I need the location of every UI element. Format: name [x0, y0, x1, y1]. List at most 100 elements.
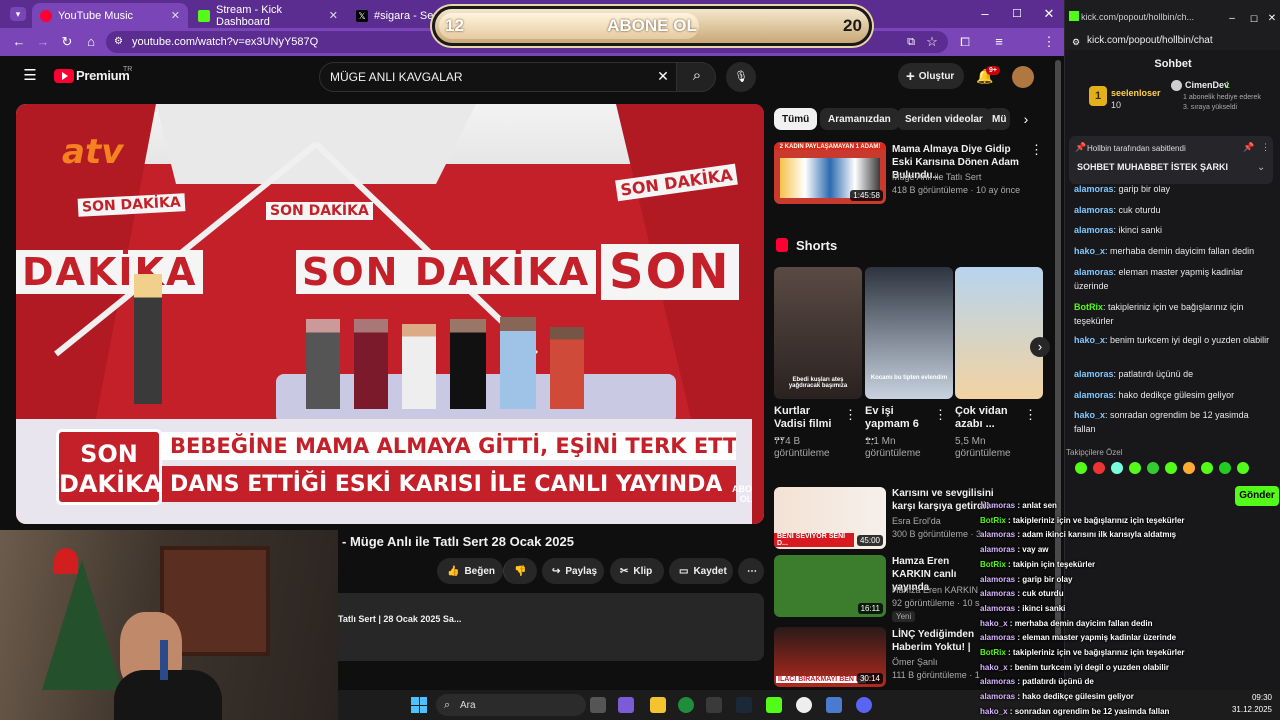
chip-from-search[interactable]: Aramanızdan — [820, 108, 899, 130]
site-info-icon[interactable]: ⚙ — [114, 35, 123, 49]
kick-app-icon[interactable] — [766, 697, 782, 713]
short-thumbnail[interactable]: Kocamı bu tipten evlendim — [865, 267, 953, 399]
account-avatar[interactable] — [1012, 66, 1034, 88]
hamburger-icon[interactable]: ☰ — [22, 68, 38, 83]
close-tab-icon[interactable]: ✕ — [329, 9, 338, 22]
chat-username[interactable]: alamoras — [1074, 225, 1114, 235]
obs-icon[interactable] — [796, 697, 812, 713]
media-control-icon[interactable]: ≡ — [992, 35, 1006, 49]
close-tab-icon[interactable]: ✕ — [171, 9, 180, 22]
task-view-icon[interactable] — [590, 697, 606, 713]
youtube-logo-icon[interactable] — [54, 69, 74, 83]
more-actions-button[interactable]: ⋯ — [738, 558, 764, 584]
chat-message[interactable]: alamoras: eleman master yapmiş kadinlar … — [1074, 265, 1270, 293]
back-icon[interactable]: ← — [12, 35, 26, 49]
app-icon[interactable] — [826, 697, 842, 713]
chip-more[interactable]: Mü — [986, 108, 1010, 130]
related-channel[interactable]: Hamza Eren KARKIN — [892, 584, 978, 596]
chat-message[interactable]: hako_x: benim turkcem iyi degil o yuzden… — [1074, 333, 1270, 347]
maximize-icon[interactable]: ☐ — [1010, 7, 1024, 21]
kebab-menu-icon[interactable]: ⋮ — [1024, 408, 1037, 422]
close-window-icon[interactable]: ✕ — [1267, 12, 1277, 26]
chat-message[interactable]: alamoras: ikinci sanki — [1074, 223, 1270, 237]
chat-username[interactable]: BotRix — [1074, 302, 1103, 312]
chat-message[interactable]: hako_x: sonradan ogrendim be 12 yasimda … — [1074, 408, 1270, 436]
chip-series[interactable]: Seriden videolar — [897, 108, 991, 130]
save-button[interactable]: ▭ Kaydet — [669, 558, 733, 584]
bookmark-star-icon[interactable]: ☆ — [925, 35, 939, 49]
related-channel[interactable]: Ömer Şanlı — [892, 656, 938, 668]
short-thumbnail[interactable]: Ebedi kuşları ateş yağdıracak başımıza — [774, 267, 862, 399]
taskbar-search[interactable]: ⌕ Ara — [436, 694, 586, 716]
chat-message[interactable]: alamoras: cuk oturdu — [1074, 203, 1270, 217]
maximize-icon[interactable]: ☐ — [1249, 12, 1259, 26]
search-button[interactable]: ⌕ — [676, 62, 716, 92]
chat-message[interactable]: alamoras: hako dedikçe gülesim geliyor — [1074, 388, 1270, 402]
kebab-menu-icon[interactable]: ⋮ — [844, 408, 857, 422]
store-icon[interactable] — [706, 697, 722, 713]
related-channel[interactable]: Esra Erol'da — [892, 515, 941, 527]
site-info-icon[interactable]: ⚙ — [1071, 35, 1081, 49]
chat-username[interactable]: alamoras — [1074, 205, 1114, 215]
minimize-icon[interactable]: – — [978, 7, 992, 21]
chat-message[interactable]: hako_x: merhaba demin dayicim fallan ded… — [1074, 244, 1270, 258]
related-title[interactable]: LİNÇ Yediğimden Haberim Yoktu! | Ömer'le… — [892, 628, 984, 654]
chrome-icon[interactable] — [678, 697, 694, 713]
chip-all[interactable]: Tümü — [774, 108, 818, 130]
related-channel[interactable]: Müge Anlı ile Tatlı Sert — [892, 171, 981, 183]
teams-icon[interactable] — [618, 697, 634, 713]
short-thumbnail[interactable] — [955, 267, 1043, 399]
tab-x-search[interactable]: 𝕏 #sigara - Search / X — [348, 3, 438, 28]
related-thumbnail[interactable]: 16:11 — [774, 555, 886, 617]
kebab-menu-icon[interactable]: ⋮ — [934, 408, 947, 422]
related-thumbnail[interactable]: İLACI BIRAKMAYI BEN İS 30:14 — [774, 627, 886, 687]
shorts-next-button[interactable]: › — [1030, 337, 1050, 357]
like-button[interactable]: 👍 Beğen — [437, 558, 503, 584]
discord-icon[interactable] — [856, 697, 872, 713]
share-button[interactable]: ↪ Paylaş — [542, 558, 604, 584]
menu-icon[interactable]: ⋮ — [1042, 35, 1056, 49]
dislike-button[interactable]: 👎 — [503, 558, 537, 584]
kebab-menu-icon[interactable]: ⋮ — [1030, 143, 1043, 157]
home-icon[interactable]: ⌂ — [84, 35, 98, 49]
description-box[interactable]: Tatlı Sert | 28 Ocak 2025 Sa... — [338, 593, 764, 661]
related-thumbnail[interactable]: BENİ SEVİYOR SENİ D... 45:00 — [774, 487, 886, 549]
pinned-message[interactable]: 📌 Hollbin tarafından sabitlendi 📌 ⋮ SOHB… — [1069, 136, 1273, 184]
steam-icon[interactable] — [736, 697, 752, 713]
clip-button[interactable]: ✂ Klip — [610, 558, 664, 584]
chat-message[interactable]: BotRix: takipleriniz için ve bağışlarını… — [1074, 300, 1270, 328]
extensions-icon[interactable]: ⧠ — [958, 35, 972, 49]
clear-search-icon[interactable]: ✕ — [656, 69, 670, 83]
create-button[interactable]: + Oluştur — [898, 63, 964, 89]
forward-icon[interactable]: → — [36, 35, 50, 49]
search-input[interactable]: MÜGE ANLI KAVGALAR — [319, 62, 677, 92]
kebab-menu-icon[interactable]: ⋮ — [1261, 142, 1270, 153]
install-icon[interactable]: ⧉ — [904, 35, 918, 49]
voice-search-button[interactable]: 🎙 — [726, 62, 756, 92]
file-explorer-icon[interactable] — [650, 697, 666, 713]
chat-username[interactable]: hako_x — [1074, 335, 1105, 345]
chat-username[interactable]: hako_x — [1074, 246, 1105, 256]
related-thumbnail[interactable]: 2 KADIN PAYLAŞAMAYAN 1 ADAM! 1:45:58 — [774, 142, 886, 204]
send-button[interactable]: Gönder — [1235, 486, 1279, 506]
minimize-icon[interactable]: – — [1227, 12, 1237, 26]
chevron-right-icon[interactable]: › — [1018, 112, 1034, 126]
chat-username[interactable]: hako_x — [1074, 410, 1105, 420]
chat-message[interactable]: alamoras: patlatırdı üçünü de — [1074, 367, 1270, 381]
chat-username[interactable]: alamoras — [1074, 267, 1114, 277]
tab-kick-dashboard[interactable]: Stream - Kick Dashboard ✕ — [190, 3, 346, 28]
close-window-icon[interactable]: ✕ — [1042, 7, 1056, 21]
tab-list-icon[interactable]: ▾ — [10, 7, 26, 21]
overlay-chat-message: alamoras : eleman master yapmiş kadinlar… — [980, 633, 1220, 643]
chevron-down-icon[interactable]: ⌄ — [1257, 162, 1265, 173]
pin-icon[interactable]: 📌 — [1243, 142, 1254, 153]
reload-icon[interactable]: ↻ — [60, 35, 74, 49]
windows-start-icon[interactable] — [411, 697, 427, 713]
chat-message[interactable]: alamoras: garip bir olay — [1074, 182, 1270, 196]
tab-youtube-music[interactable]: YouTube Music ✕ — [32, 3, 188, 28]
video-player[interactable]: atv SON DAKİKA SON DAKİKA DAKİKA SON DAK… — [16, 104, 764, 524]
short-title[interactable]: Çok vidan azabı ... — [955, 405, 1021, 431]
chat-username[interactable]: alamoras — [1074, 369, 1114, 379]
chat-username[interactable]: alamoras — [1074, 390, 1114, 400]
chat-username[interactable]: alamoras — [1074, 184, 1114, 194]
